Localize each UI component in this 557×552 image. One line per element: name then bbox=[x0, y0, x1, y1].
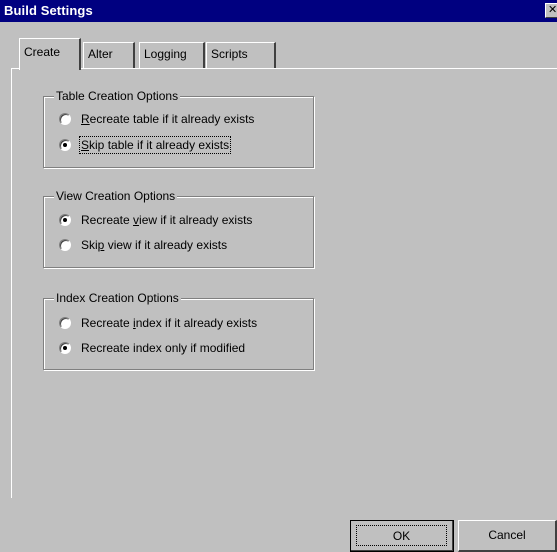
radio-selected-dot-icon bbox=[63, 218, 67, 222]
create-tab-panel: Table Creation Options Recreate table if… bbox=[11, 68, 557, 498]
tab-scripts[interactable]: Scripts bbox=[206, 42, 276, 68]
radio-button-icon[interactable] bbox=[59, 113, 71, 125]
recreate-table-label: Recreate table if it already exists bbox=[81, 112, 255, 126]
index-creation-group-label: Index Creation Options bbox=[54, 291, 181, 305]
radio-button-icon[interactable] bbox=[59, 214, 71, 226]
radio-button-icon[interactable] bbox=[59, 317, 71, 329]
radio-selected-dot-icon bbox=[63, 346, 67, 350]
recreate-index-label: Recreate index if it already exists bbox=[81, 316, 258, 330]
cancel-button[interactable]: Cancel bbox=[458, 520, 557, 552]
window-title: Build Settings bbox=[4, 3, 93, 18]
tab-logging[interactable]: Logging bbox=[139, 42, 205, 68]
radio-selected-dot-icon bbox=[63, 143, 67, 147]
recreate-index-if-modified-label: Recreate index only if modified bbox=[81, 341, 246, 355]
table-creation-group-label: Table Creation Options bbox=[54, 89, 181, 103]
table-creation-group: Table Creation Options Recreate table if… bbox=[43, 89, 314, 168]
radio-button-icon[interactable] bbox=[59, 139, 71, 151]
tab-create-label: Create bbox=[24, 45, 61, 59]
tab-scripts-label: Scripts bbox=[211, 47, 248, 61]
tab-alter[interactable]: Alter bbox=[83, 42, 135, 68]
view-creation-group-label: View Creation Options bbox=[54, 189, 178, 203]
skip-table-label: Skip table if it already exists bbox=[78, 136, 232, 154]
skip-view-label: Skip view if it already exists bbox=[81, 238, 228, 252]
tab-alter-label: Alter bbox=[88, 47, 113, 61]
build-settings-dialog: Build Settings ✕ Create Alter Logging Sc… bbox=[0, 0, 557, 552]
tab-logging-label: Logging bbox=[144, 47, 187, 61]
title-bar[interactable]: Build Settings ✕ bbox=[0, 0, 557, 22]
close-icon[interactable]: ✕ bbox=[545, 3, 557, 18]
ok-button[interactable]: OK bbox=[350, 520, 454, 552]
index-creation-group: Index Creation Options Recreate index if… bbox=[43, 291, 314, 370]
radio-button-icon[interactable] bbox=[59, 342, 71, 354]
ok-button-label: OK bbox=[356, 525, 447, 546]
tab-create[interactable]: Create bbox=[19, 38, 81, 70]
cancel-button-label: Cancel bbox=[488, 528, 526, 542]
recreate-view-label: Recreate view if it already exists bbox=[81, 213, 253, 227]
radio-button-icon[interactable] bbox=[59, 239, 71, 251]
view-creation-group: View Creation Options Recreate view if i… bbox=[43, 189, 314, 268]
